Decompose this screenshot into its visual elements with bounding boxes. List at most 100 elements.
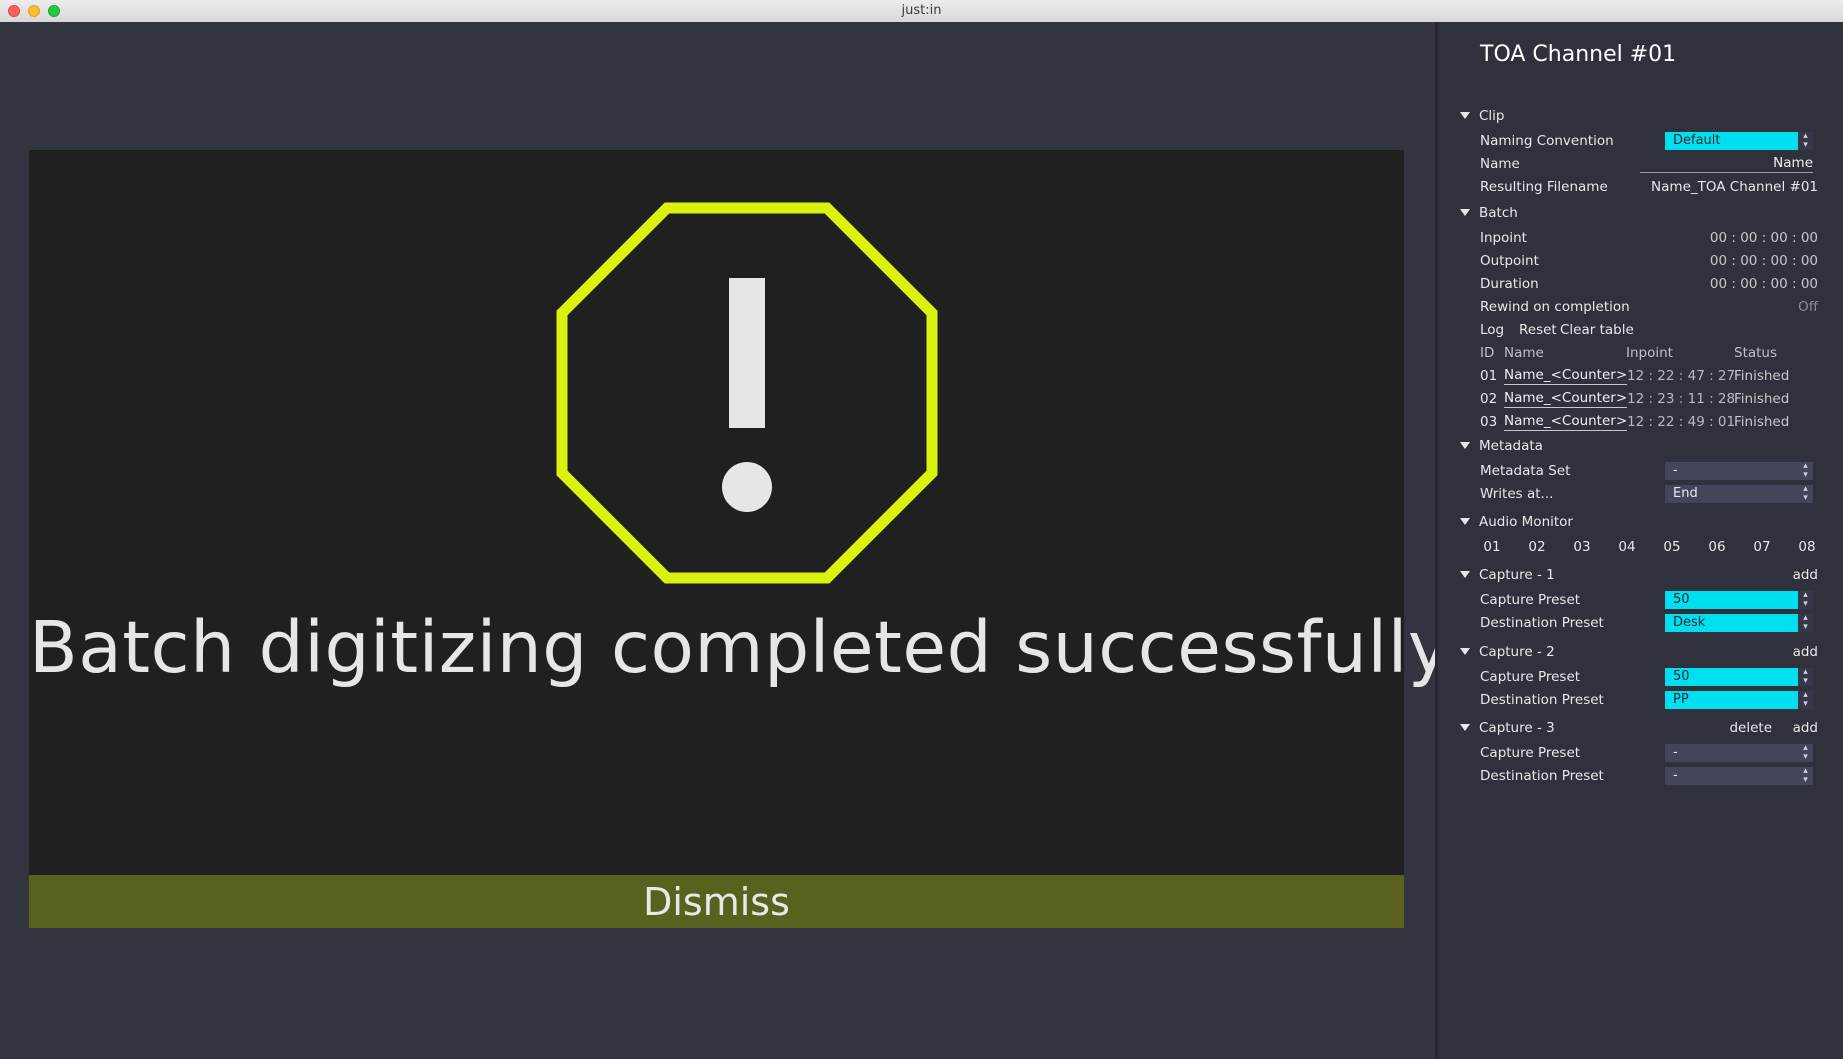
capture-2-section-header[interactable]: Capture - 2 add — [1438, 641, 1843, 663]
collapse-triangle-icon — [1460, 208, 1470, 216]
audio-monitor-section-header[interactable]: Audio Monitor — [1438, 511, 1843, 533]
audio-channel-toggle[interactable]: 04 — [1613, 536, 1641, 558]
rewind-row: Rewind on completion Off — [1438, 296, 1843, 318]
stepper-arrows-icon: ▴ ▾ — [1803, 484, 1808, 503]
audio-channel-toggle[interactable]: 07 — [1748, 536, 1776, 558]
collapse-triangle-icon — [1460, 723, 1470, 731]
warning-octagon-icon — [556, 202, 938, 584]
capture-preset-select[interactable]: 50 ▴ ▾ — [1665, 591, 1813, 609]
capture-preset-row: Capture Preset - ▴ ▾ — [1438, 742, 1843, 764]
section-label: Capture - 1 — [1479, 567, 1555, 583]
duration-timecode[interactable]: 00 : 00 : 00 : 00 — [1710, 273, 1818, 295]
outpoint-timecode[interactable]: 00 : 00 : 00 : 00 — [1710, 250, 1818, 272]
row-name-field[interactable]: Name_<Counter> — [1504, 388, 1628, 408]
table-row: 01 Name_<Counter> 12 : 22 : 47 : 27 Fini… — [1438, 365, 1843, 387]
row-status: Finished — [1734, 414, 1790, 430]
field-label: Writes at... — [1480, 486, 1554, 502]
row-name-field[interactable]: Name_<Counter> — [1504, 365, 1628, 385]
window-title: just:in — [901, 3, 942, 18]
add-capture-button[interactable]: add — [1793, 564, 1818, 586]
row-status: Finished — [1734, 391, 1790, 407]
select-value: 50 — [1673, 592, 1690, 607]
row-inpoint: 12 : 23 : 11 : 28 — [1627, 391, 1736, 407]
capture-preset-row: Capture Preset 50 ▴ ▾ — [1438, 589, 1843, 611]
inpoint-timecode[interactable]: 00 : 00 : 00 : 00 — [1710, 227, 1818, 249]
metadata-set-select[interactable]: - ▴ ▾ — [1665, 462, 1813, 480]
stepper-arrows-icon: ▴ ▾ — [1798, 668, 1813, 686]
select-value: - — [1673, 745, 1678, 760]
batch-table-header: ID Name Inpoint Status — [1438, 342, 1843, 364]
field-label: Metadata Set — [1480, 463, 1571, 479]
row-name-field[interactable]: Name_<Counter> — [1504, 411, 1628, 431]
field-label: Destination Preset — [1480, 615, 1604, 631]
column-header-inpoint: Inpoint — [1626, 345, 1673, 361]
audio-channel-toggle[interactable]: 01 — [1478, 536, 1506, 558]
completion-dialog: Batch digitizing completed successfully!… — [29, 150, 1480, 928]
row-id: 03 — [1480, 414, 1498, 430]
capture-preset-select[interactable]: 50 ▴ ▾ — [1665, 668, 1813, 686]
audio-channels-row: 01 02 03 04 05 06 07 08 — [1438, 536, 1843, 558]
destination-preset-select[interactable]: - ▴ ▾ — [1665, 767, 1813, 785]
select-value: Desk — [1673, 615, 1706, 630]
audio-channel-toggle[interactable]: 05 — [1658, 536, 1686, 558]
audio-channel-toggle[interactable]: 03 — [1568, 536, 1596, 558]
select-value: 50 — [1673, 669, 1690, 684]
row-id: 01 — [1480, 368, 1498, 384]
row-id: 02 — [1480, 391, 1498, 407]
batch-section-header[interactable]: Batch — [1438, 202, 1843, 224]
collapse-triangle-icon — [1460, 441, 1470, 449]
batch-actions-row: Log Reset Clear table — [1438, 319, 1843, 341]
writes-at-row: Writes at... End ▴ ▾ — [1438, 483, 1843, 505]
resulting-filename-value: Name_TOA Channel #01 — [1651, 179, 1818, 195]
section-label: Clip — [1479, 108, 1505, 124]
destination-preset-row: Destination Preset - ▴ ▾ — [1438, 765, 1843, 787]
panel-title: TOA Channel #01 — [1480, 42, 1677, 67]
stepper-arrows-icon: ▴ ▾ — [1798, 591, 1813, 609]
window-titlebar: just:in — [0, 0, 1843, 23]
select-value: - — [1673, 463, 1678, 478]
stepper-arrows-icon: ▴ ▾ — [1798, 614, 1813, 632]
clip-section-header[interactable]: Clip — [1438, 105, 1843, 127]
audio-channel-toggle[interactable]: 02 — [1523, 536, 1551, 558]
capture-1-section-header[interactable]: Capture - 1 add — [1438, 564, 1843, 586]
stepper-arrows-icon: ▴ ▾ — [1798, 691, 1813, 709]
destination-preset-select[interactable]: PP ▴ ▾ — [1665, 691, 1813, 709]
destination-preset-row: Destination Preset PP ▴ ▾ — [1438, 689, 1843, 711]
select-value: Default — [1673, 133, 1721, 148]
destination-preset-row: Destination Preset Desk ▴ ▾ — [1438, 612, 1843, 634]
log-button[interactable]: Log — [1480, 319, 1504, 341]
dismiss-button[interactable]: Dismiss — [29, 875, 1404, 928]
stepper-arrows-icon: ▴ ▾ — [1803, 461, 1808, 480]
collapse-triangle-icon — [1460, 647, 1470, 655]
name-field[interactable]: Name — [1640, 153, 1813, 173]
field-label: Resulting Filename — [1480, 179, 1608, 195]
collapse-triangle-icon — [1460, 111, 1470, 119]
add-capture-button[interactable]: add — [1793, 641, 1818, 663]
clear-table-button[interactable]: Clear table — [1560, 319, 1634, 341]
audio-channel-toggle[interactable]: 06 — [1703, 536, 1731, 558]
field-label: Duration — [1480, 276, 1539, 292]
audio-channel-toggle[interactable]: 08 — [1793, 536, 1821, 558]
destination-preset-select[interactable]: Desk ▴ ▾ — [1665, 614, 1813, 632]
stepper-arrows-icon: ▴ ▾ — [1803, 743, 1808, 762]
field-label: Outpoint — [1480, 253, 1539, 269]
naming-convention-select[interactable]: Default ▴ ▾ — [1665, 132, 1813, 150]
field-label: Name — [1480, 156, 1520, 172]
writes-at-select[interactable]: End ▴ ▾ — [1665, 485, 1813, 503]
select-value: End — [1673, 486, 1698, 501]
capture-preset-row: Capture Preset 50 ▴ ▾ — [1438, 666, 1843, 688]
capture-3-section-header[interactable]: Capture - 3 delete add — [1438, 717, 1843, 739]
reset-button[interactable]: Reset — [1519, 319, 1557, 341]
metadata-section-header[interactable]: Metadata — [1438, 435, 1843, 457]
add-capture-button[interactable]: add — [1793, 717, 1818, 739]
dialog-message: Batch digitizing completed successfully! — [29, 606, 1480, 689]
main-area: Batch digitizing completed successfully!… — [0, 22, 1480, 1059]
stepper-arrows-icon: ▴ ▾ — [1803, 766, 1808, 785]
section-label: Batch — [1479, 205, 1518, 221]
capture-preset-select[interactable]: - ▴ ▾ — [1665, 744, 1813, 762]
delete-capture-button[interactable]: delete — [1729, 717, 1772, 739]
field-label: Inpoint — [1480, 230, 1527, 246]
select-value: PP — [1673, 692, 1689, 707]
rewind-toggle[interactable]: Off — [1798, 296, 1818, 318]
duration-row: Duration 00 : 00 : 00 : 00 — [1438, 273, 1843, 295]
